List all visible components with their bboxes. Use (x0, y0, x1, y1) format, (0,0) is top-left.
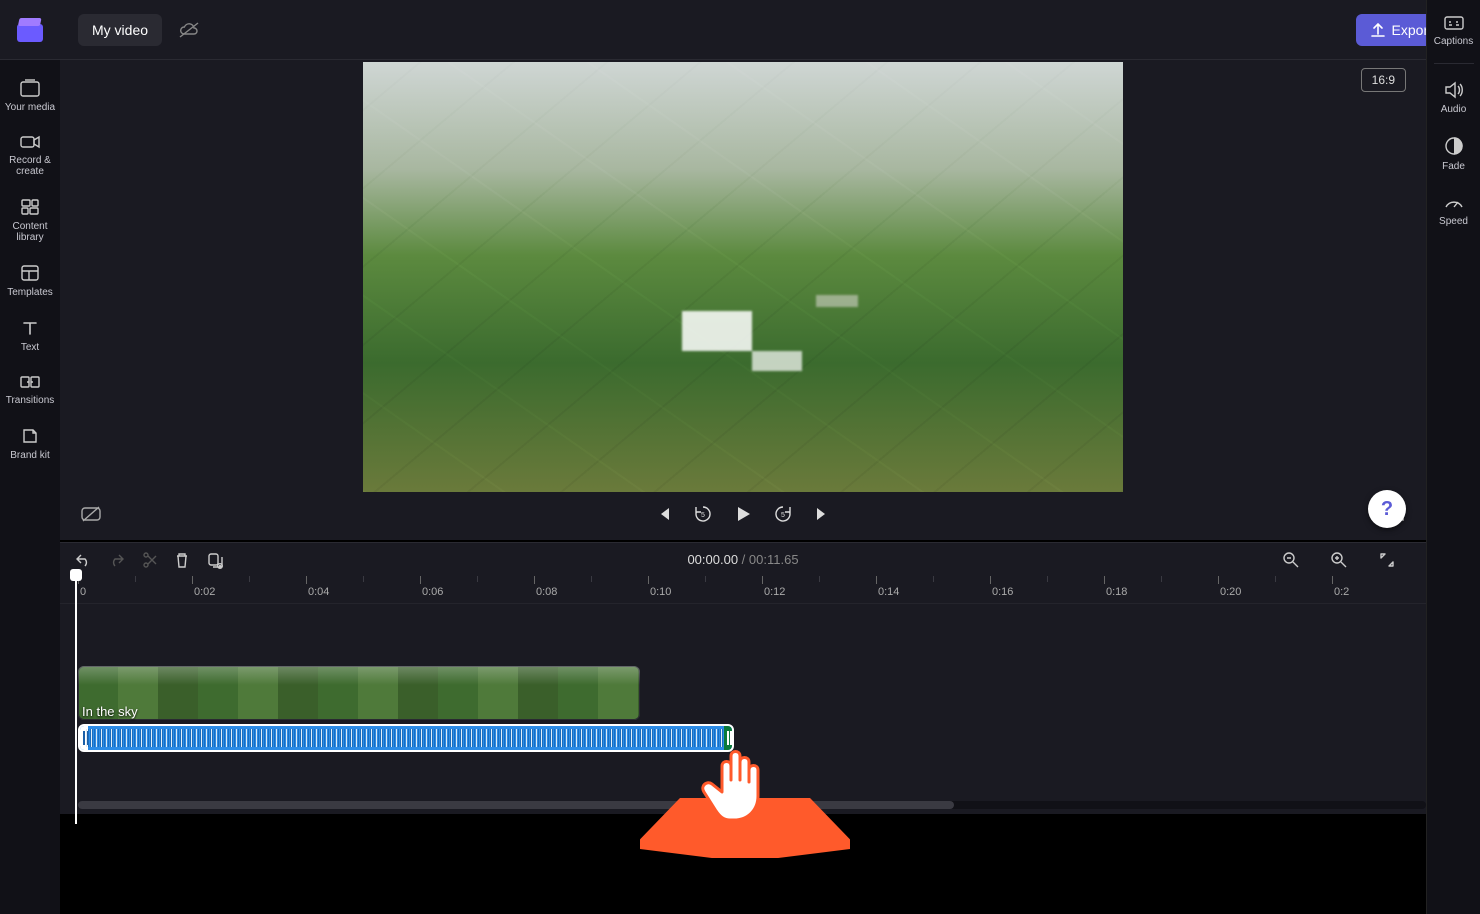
captions-icon (1443, 14, 1465, 32)
ruler-tick: 0:08 (534, 576, 557, 603)
preview-area: 16:9 5 5 (60, 60, 1426, 540)
captions-label: Captions (1434, 36, 1473, 47)
sidebar-item-transitions[interactable]: Transitions (2, 365, 58, 414)
record-create-label: Record & create (4, 155, 56, 177)
fade-label: Fade (1442, 161, 1465, 172)
rightbar-item-audio[interactable]: Audio (1428, 72, 1480, 123)
ruler-tick: 0:14 (876, 576, 899, 603)
sidebar-item-record-create[interactable]: Record & create (2, 125, 58, 185)
forward-5s-button[interactable]: 5 (773, 504, 793, 524)
library-icon (19, 197, 41, 217)
upload-icon (1370, 22, 1386, 38)
app-logo (0, 0, 60, 60)
sidebar-item-content-library[interactable]: Content library (2, 189, 58, 251)
ruler-minor-tick (591, 576, 592, 582)
sidebar-item-templates[interactable]: Templates (2, 255, 58, 306)
ruler-minor-tick (1161, 576, 1162, 582)
svg-text:5: 5 (781, 512, 785, 519)
timeline-toolbar: 00:00.00 / 00:11.65 (60, 542, 1426, 576)
transport-controls: 5 5 (60, 496, 1426, 532)
ruler-minor-tick (1047, 576, 1048, 582)
rightbar-item-fade[interactable]: Fade (1428, 127, 1480, 180)
speaker-icon (1443, 80, 1465, 100)
your-media-label: Your media (5, 102, 55, 113)
templates-label: Templates (7, 287, 53, 298)
ruler-tick: 0:04 (306, 576, 329, 603)
sidebar-item-text[interactable]: Text (2, 310, 58, 361)
ruler-minor-tick (705, 576, 706, 582)
ruler-minor-tick (1275, 576, 1276, 582)
ruler-minor-tick (819, 576, 820, 582)
cloud-offline-icon (178, 21, 200, 39)
camera-icon (19, 133, 41, 151)
ruler-minor-tick (363, 576, 364, 582)
ruler-minor-tick (249, 576, 250, 582)
video-clip[interactable] (78, 666, 640, 720)
zoom-out-button[interactable] (1282, 551, 1300, 569)
speed-icon (1443, 192, 1465, 212)
video-preview[interactable] (363, 62, 1123, 492)
fade-icon (1443, 135, 1465, 157)
ruler-tick: 0:18 (1104, 576, 1127, 603)
left-sidebar: Your media Record & create Content libra… (0, 60, 60, 914)
ruler-tick: 0:02 (192, 576, 215, 603)
ruler-tick: 0:20 (1218, 576, 1241, 603)
transitions-icon (19, 373, 41, 391)
total-time: 00:11.65 (749, 552, 799, 567)
audio-clip-label: In the sky (82, 704, 138, 719)
brand-kit-label: Brand kit (10, 450, 49, 461)
timeline-tracks: In the sky (60, 604, 1426, 814)
ruler-minor-tick (135, 576, 136, 582)
text-label: Text (21, 342, 39, 353)
media-icon (19, 78, 41, 98)
content-library-label: Content library (4, 221, 56, 243)
svg-text:5: 5 (701, 512, 705, 519)
ruler-minor-tick (477, 576, 478, 582)
ruler-tick: 0:16 (990, 576, 1013, 603)
sidebar-item-your-media[interactable]: Your media (2, 70, 58, 121)
zoom-fit-button[interactable] (1378, 551, 1396, 569)
ruler-tick: 0:2 (1332, 576, 1349, 603)
rightbar-item-captions[interactable]: Captions (1428, 6, 1480, 55)
timeline-scrollbar[interactable] (78, 801, 1426, 809)
delete-button[interactable] (174, 551, 190, 569)
ruler-minor-tick (933, 576, 934, 582)
play-button[interactable] (733, 504, 753, 524)
split-button (142, 551, 158, 569)
transitions-label: Transitions (6, 395, 55, 406)
ruler-tick: 0:06 (420, 576, 443, 603)
playhead[interactable] (75, 575, 77, 824)
text-icon (20, 318, 40, 338)
top-bar: My video Export (0, 0, 1480, 60)
rightbar-item-speed[interactable]: Speed (1428, 184, 1480, 235)
right-sidebar: Captions Audio Fade Speed (1426, 0, 1480, 914)
ruler-tick: 0:12 (762, 576, 785, 603)
timeline-ruler[interactable]: 00:020:040:060:080:100:120:140:160:180:2… (60, 576, 1426, 604)
project-title[interactable]: My video (78, 14, 162, 46)
hide-safe-zone-icon[interactable] (80, 505, 102, 523)
audio-waveform (86, 729, 726, 747)
ruler-tick: 0:10 (648, 576, 671, 603)
zoom-in-button[interactable] (1330, 551, 1348, 569)
sidebar-item-brand-kit[interactable]: Brand kit (2, 418, 58, 469)
undo-button[interactable] (74, 552, 92, 568)
audio-clip-trim-right-handle[interactable] (724, 726, 732, 750)
help-button[interactable]: ? (1368, 490, 1406, 528)
audio-clip[interactable] (78, 724, 734, 752)
rewind-5s-button[interactable]: 5 (693, 504, 713, 524)
templates-icon (19, 263, 41, 283)
aspect-ratio-chip[interactable]: 16:9 (1361, 68, 1406, 92)
timeline-scrollbar-thumb[interactable] (78, 801, 954, 809)
time-readout: 00:00.00 / 00:11.65 (687, 552, 798, 567)
redo-button (108, 552, 126, 568)
brand-kit-icon (20, 426, 40, 446)
skip-start-button[interactable] (655, 505, 673, 523)
audio-label: Audio (1441, 104, 1467, 115)
duplicate-button[interactable] (206, 551, 224, 569)
current-time: 00:00.00 (687, 552, 738, 567)
speed-label: Speed (1439, 216, 1468, 227)
skip-end-button[interactable] (813, 505, 831, 523)
